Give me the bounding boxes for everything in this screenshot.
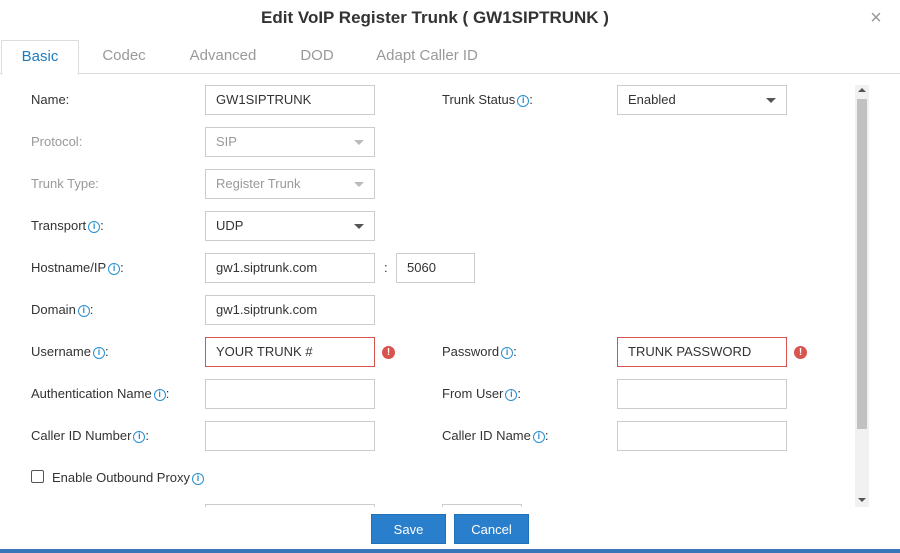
tab-adapt-caller-id[interactable]: Adapt Caller ID [370,40,484,74]
label-colon: : [165,386,170,401]
name-input[interactable]: GW1SIPTRUNK [205,85,375,115]
auth-name-label: Authentication Name i: [31,379,169,409]
from-user-input[interactable] [617,379,787,409]
outbound-proxy-checkbox[interactable] [31,470,44,483]
outbound-proxy-label-text: Enable Outbound Proxy [52,470,191,485]
from-user-label: From User i: [442,379,521,409]
info-icon[interactable]: i [133,431,146,443]
auth-name-label-text: Authentication Name [31,386,152,401]
transport-label-text: Transport [31,218,87,233]
label-colon: : [104,344,109,359]
label-colon: : [100,218,104,233]
username-label: Username i: [31,337,109,367]
password-label-text: Password [442,344,500,359]
chevron-down-icon [354,140,364,145]
label-colon: : [529,92,533,107]
label-colon: : [145,428,150,443]
caller-id-name-input[interactable] [617,421,787,451]
tab-codec[interactable]: Codec [88,40,160,74]
trunk-status-label-text: Trunk Status [442,92,516,107]
label-colon: : [120,260,124,275]
from-user-label-text: From User [442,386,504,401]
password-input[interactable]: TRUNK PASSWORD [617,337,787,367]
scroll-thumb[interactable] [857,99,867,429]
transport-label: Transport i: [31,211,104,241]
trunk-status-value: Enabled [628,92,676,107]
hostname-label-text: Hostname/IP [31,260,107,275]
proxy-port-partial[interactable] [442,504,522,507]
dialog-title: Edit VoIP Register Trunk ( GW1SIPTRUNK ) [261,8,609,27]
info-icon[interactable]: i [532,431,545,443]
info-icon[interactable]: i [77,305,90,317]
password-label: Password i: [442,337,517,367]
close-icon[interactable]: × [866,8,886,28]
scroll-down-icon[interactable] [858,498,866,502]
info-icon[interactable]: i [153,389,166,401]
chevron-down-icon [354,182,364,187]
transport-value: UDP [216,218,244,233]
label-colon: : [544,428,549,443]
caller-id-name-label-text: Caller ID Name [442,428,531,443]
info-icon[interactable]: i [192,473,205,485]
port-separator: : [384,260,388,275]
chevron-down-icon [354,224,364,229]
label-colon: : [89,302,94,317]
hostname-input[interactable]: gw1.siptrunk.com [205,253,375,283]
domain-label: Domain i: [31,295,93,325]
name-label: Name: [31,92,70,107]
chevron-down-icon [766,98,776,103]
domain-input[interactable]: gw1.siptrunk.com [205,295,375,325]
trunk-type-label: Trunk Type: [31,176,99,191]
info-icon[interactable]: i [88,221,101,233]
info-icon[interactable]: i [108,263,121,275]
label-colon: : [513,344,517,359]
tab-bar: Basic Codec Advanced DOD Adapt Caller ID [0,40,900,75]
label-colon: : [517,386,522,401]
username-input[interactable]: YOUR TRUNK # [205,337,375,367]
caller-id-number-input[interactable] [205,421,375,451]
error-icon: ! [382,346,395,359]
hostname-label: Hostname/IP i: [31,253,124,283]
auth-name-input[interactable] [205,379,375,409]
protocol-value: SIP [216,134,237,149]
caller-id-number-label-text: Caller ID Number [31,428,132,443]
info-icon[interactable]: i [92,347,105,359]
trunk-type-value: Register Trunk [216,176,301,191]
caller-id-number-label: Caller ID Number i: [31,421,149,451]
save-button[interactable]: Save [371,514,446,544]
info-icon[interactable]: i [505,389,518,401]
protocol-select: SIP [205,127,375,157]
window-bottom-border [0,549,900,553]
caller-id-name-label: Caller ID Name i: [442,421,548,451]
error-icon: ! [794,346,807,359]
protocol-label: Protocol: [31,134,83,149]
scrollbar[interactable] [855,85,869,507]
username-label-text: Username [31,344,91,359]
info-icon[interactable]: i [517,95,530,107]
form-content: Name: GW1SIPTRUNK Trunk Status i: Enabled… [0,75,855,507]
proxy-input-partial[interactable] [205,504,375,507]
port-input[interactable]: 5060 [396,253,475,283]
scroll-up-icon[interactable] [858,88,866,92]
tab-basic[interactable]: Basic [1,40,79,75]
transport-select[interactable]: UDP [205,211,375,241]
outbound-proxy-label: Enable Outbound Proxy i [52,463,205,493]
tab-dod[interactable]: DOD [288,40,346,74]
tab-advanced[interactable]: Advanced [178,40,268,74]
trunk-status-select[interactable]: Enabled [617,85,787,115]
domain-label-text: Domain [31,302,76,317]
trunk-type-select: Register Trunk [205,169,375,199]
cancel-button[interactable]: Cancel [454,514,529,544]
info-icon[interactable]: i [501,347,514,359]
trunk-status-label: Trunk Status i: [442,85,533,115]
